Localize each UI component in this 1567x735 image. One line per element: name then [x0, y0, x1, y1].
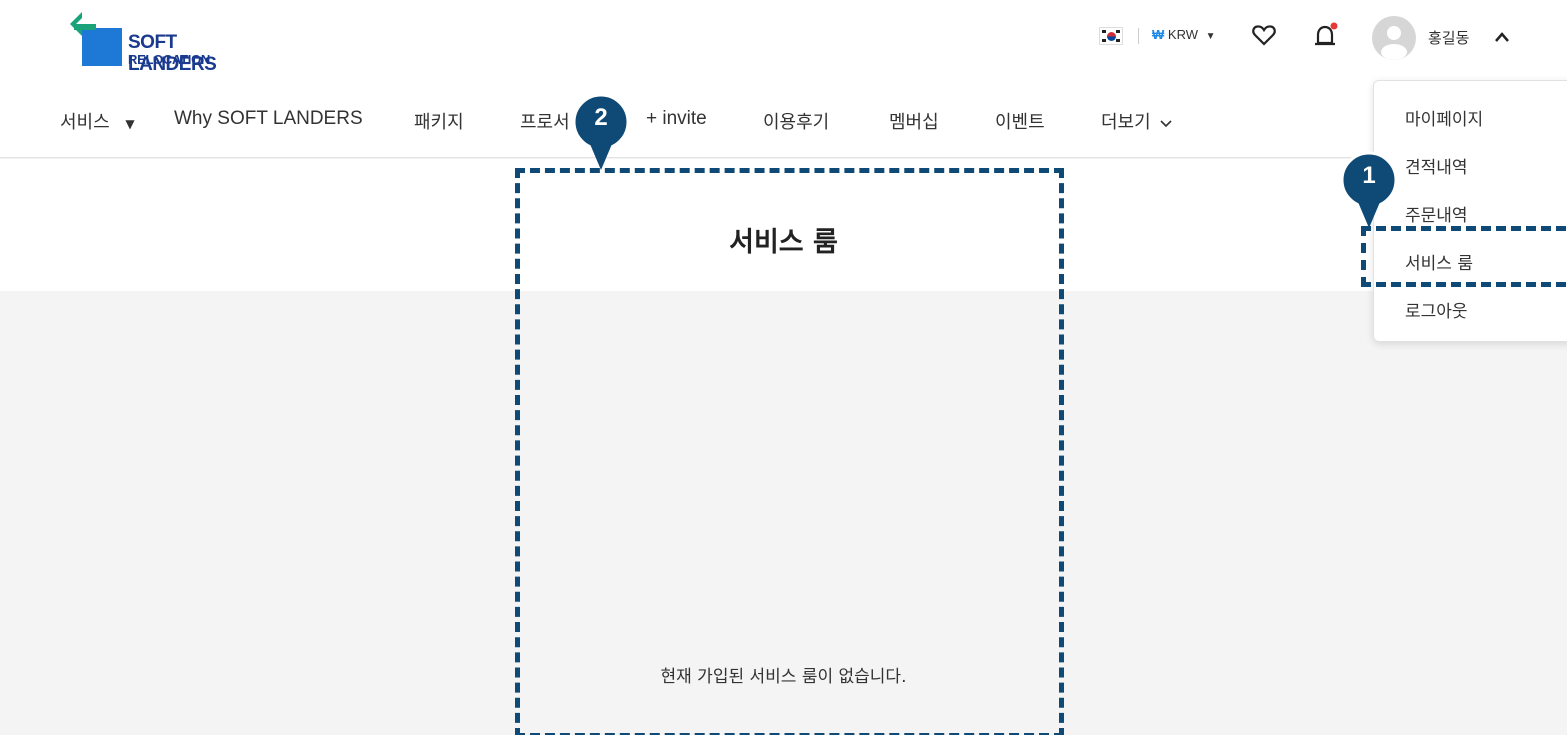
heart-icon[interactable]: [1252, 24, 1276, 50]
user-icon: [1381, 26, 1407, 60]
chevron-up-icon[interactable]: [1494, 28, 1510, 47]
user-menu-dropdown: 마이페이지 견적내역 주문내역 서비스 룸 로그아웃: [1373, 80, 1567, 342]
annotation-marker-2: 2: [570, 92, 632, 176]
won-icon: ₩: [1152, 27, 1165, 42]
logo-subtext: RELOCATION: [128, 52, 210, 67]
logo-mark: [70, 12, 122, 66]
menu-item-mypage[interactable]: 마이페이지: [1405, 105, 1483, 130]
nav-item-invite[interactable]: + invite: [646, 108, 707, 130]
menu-item-logout[interactable]: 로그아웃: [1405, 297, 1468, 322]
nav-item-reviews[interactable]: 이용후기: [763, 108, 829, 134]
nav-item-why[interactable]: Why SOFT LANDERS: [174, 108, 363, 130]
nav-item-more[interactable]: 더보기: [1101, 108, 1172, 134]
bell-icon[interactable]: [1313, 22, 1339, 54]
korea-flag-icon[interactable]: [1099, 27, 1123, 45]
annotation-highlight-2: [515, 168, 1064, 735]
nav-item-process[interactable]: 프로서: [520, 108, 570, 134]
annotation-marker-1: 1: [1338, 150, 1400, 234]
notification-dot: [1330, 22, 1338, 30]
header: SOFT LANDERS RELOCATION ₩ KRW ▼ 홍길동 서비스 …: [0, 0, 1567, 158]
chevron-down-icon: [1156, 112, 1172, 133]
logo[interactable]: SOFT LANDERS RELOCATION: [66, 10, 266, 75]
divider: [1138, 28, 1139, 44]
menu-item-quotes[interactable]: 견적내역: [1405, 153, 1468, 178]
menu-item-orders[interactable]: 주문내역: [1405, 201, 1468, 226]
user-name[interactable]: 홍길동: [1428, 27, 1469, 48]
nav-item-membership[interactable]: 멤버십: [889, 108, 939, 134]
currency-code: KRW: [1167, 27, 1199, 42]
chevron-down-icon: ▼: [1205, 31, 1216, 42]
nav-item-service[interactable]: 서비스 ▼: [60, 108, 135, 134]
avatar[interactable]: [1372, 16, 1416, 60]
nav-item-events[interactable]: 이벤트: [995, 108, 1045, 134]
nav-item-package[interactable]: 패키지: [414, 108, 464, 134]
caret-down-icon: ▼: [125, 117, 135, 131]
currency-selector[interactable]: ₩ KRW ▼: [1152, 27, 1216, 42]
annotation-highlight-1: [1361, 226, 1567, 287]
